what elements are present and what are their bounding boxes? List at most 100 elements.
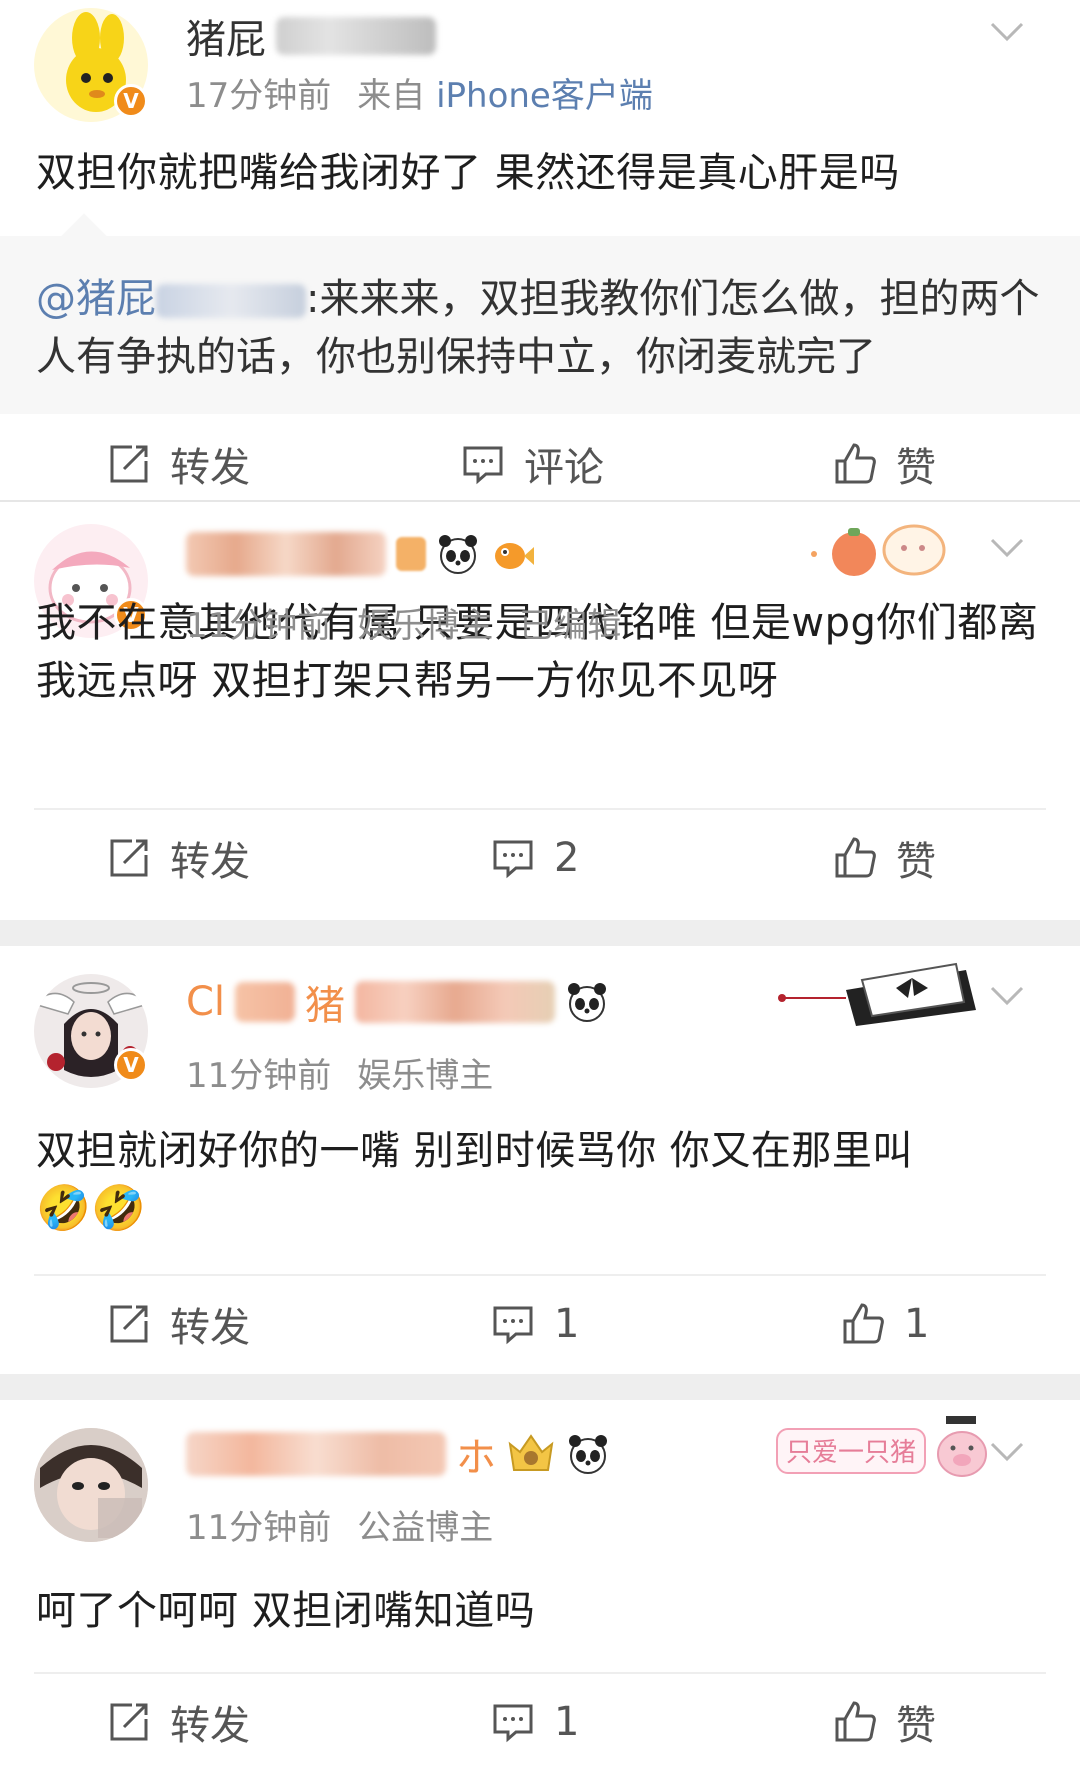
post-content: 呵了个呵呵 双担闭嘴知道吗 [36,1588,536,1634]
username[interactable]: ホ [186,1424,610,1484]
comment-button[interactable]: 1 [490,1682,579,1762]
repost-label: 转发 [170,445,250,491]
repost-button[interactable]: 转发 [106,1284,250,1364]
crown-badge-icon [508,1434,554,1471]
username-visible: ホ [456,1435,496,1481]
username-blurred-a [235,982,296,1022]
post-time: 11分钟前 [186,1508,332,1548]
source-name[interactable]: iPhone客户端 [436,76,653,116]
content-divider [34,808,1046,810]
post-time: 11分钟前 [186,1056,332,1096]
post-time: 11分钟前 [186,606,332,646]
repost-label: 转发 [170,839,250,885]
post-1: V 猪屁 17分钟前 来自 iPhone客户端 双担你就把嘴给我闭好了 果然还得… [0,0,1080,500]
verified-badge-icon: V [114,84,148,118]
quote-pointer [61,213,107,259]
persimmon-decoration-icon [811,524,946,576]
post-2-meta: 11分钟前 娱乐博主 已编辑 [186,598,621,647]
comment-button[interactable]: 2 [490,818,579,898]
like-icon [835,443,876,484]
repost-button[interactable]: 转发 [106,1682,250,1762]
username-blurred-b [355,981,556,1023]
author-role: 娱乐博主 [357,1056,494,1096]
quote-text: @猪屁:来来来，双担我教你们怎么做，担的两个人有争执的话，你也别保持中立，你闭麦… [36,270,1040,386]
mention-blurred [156,284,306,318]
quoted-post[interactable]: @猪屁:来来来，双担我教你们怎么做，担的两个人有争执的话，你也别保持中立，你闭麦… [0,213,1080,414]
username-visible-b: 猪 [305,983,346,1029]
feed-gap [0,920,1080,946]
like-label: 赞 [896,445,936,491]
like-label: 赞 [896,1703,936,1749]
post-3: V Cl 猪 11分钟前 娱乐博主 双担就闭好你的一嘴 别到时候骂你 你又在那里… [0,946,1080,1374]
repost-label: 转发 [170,1703,250,1749]
comment-count: 1 [554,1301,580,1347]
panda-icon [439,535,477,574]
post-meta: 17分钟前 来自 iPhone客户端 [186,68,653,117]
post-content: 双担就闭好你的一嘴 别到时候骂你 你又在那里叫 🤣🤣 [36,1122,1044,1239]
chevron-down-icon[interactable] [984,526,1030,572]
post-actions: 转发 1 赞 [0,1682,1080,1762]
like-icon [835,1701,876,1742]
verified-badge-icon: V [114,1048,148,1082]
post-text: 双担就闭好你的一嘴 别到时候骂你 你又在那里叫 [36,1128,913,1174]
gift-icon [396,537,426,571]
post-time: 17分钟前 [186,76,332,116]
repost-button[interactable]: 转发 [106,424,250,504]
repost-icon [110,839,148,877]
quote-mention[interactable]: @猪屁 [36,276,156,322]
like-label: 赞 [896,839,936,885]
username[interactable]: 猪屁 [186,6,436,66]
pig-icon [937,1416,987,1477]
comment-count: 1 [554,1699,580,1745]
source-prefix: 来自 [357,76,426,116]
content-divider [34,1672,1046,1674]
comment-button[interactable]: 评论 [460,424,604,504]
post-meta: 11分钟前 公益博主 [186,1500,493,1549]
author-role: 公益博主 [357,1508,494,1548]
like-button[interactable]: 赞 [832,818,936,898]
edited-label: 已编辑 [519,606,622,646]
comment-button[interactable]: 1 [490,1284,579,1364]
username[interactable] [186,524,534,584]
comment-count: 2 [554,835,580,881]
panda-icon [569,1435,607,1474]
panda-icon [568,983,607,1022]
username[interactable]: Cl 猪 [186,972,609,1032]
post-2: V 我不在意其他代有属 只要是四代铭唯 但是wpg你们都离我远点呀 双担打架只帮… [0,502,1080,906]
username-visible: 猪屁 [186,17,266,63]
post-actions: 转发 2 赞 [0,818,1080,898]
author-role: 娱乐博主 [357,606,494,646]
post-4: ホ 只爱一只猪 11分钟前 公益博主 呵了个呵呵 双担闭嘴知道吗 转发 1 赞 [0,1400,1080,1772]
comment-icon [493,840,533,879]
chevron-down-icon[interactable] [984,974,1030,1020]
avatar[interactable] [34,1428,148,1542]
like-button[interactable]: 赞 [832,424,936,504]
username-visible-a: Cl [186,979,226,1025]
like-icon [835,837,876,878]
repost-icon [110,1703,148,1741]
like-button[interactable]: 赞 [832,1682,936,1762]
chevron-down-icon[interactable] [984,1430,1030,1476]
fish-icon [495,543,534,569]
avatar-image [34,1428,148,1542]
chevron-down-icon[interactable] [984,10,1030,56]
comment-label: 评论 [524,445,604,491]
post-content: 双担你就把嘴给我闭好了 果然还得是真心肝是吗 [36,150,900,196]
repost-icon [110,1305,148,1343]
username-blurred [186,1432,446,1476]
envelope-decoration-icon [778,962,976,1026]
repost-button[interactable]: 转发 [106,818,250,898]
username-blurred [186,532,386,576]
username-blurred [276,17,436,55]
laughing-emoji-icon: 🤣🤣 [36,1183,147,1234]
feed-gap [0,1374,1080,1400]
comment-icon [463,446,503,485]
comment-icon [493,1306,533,1345]
repost-icon [110,445,148,483]
like-icon [843,1303,884,1344]
like-button[interactable]: 1 [840,1284,929,1364]
repost-label: 转发 [170,1305,250,1351]
comment-icon [493,1704,533,1743]
content-divider [34,1274,1046,1276]
post-source: 来自 iPhone客户端 [357,68,653,117]
